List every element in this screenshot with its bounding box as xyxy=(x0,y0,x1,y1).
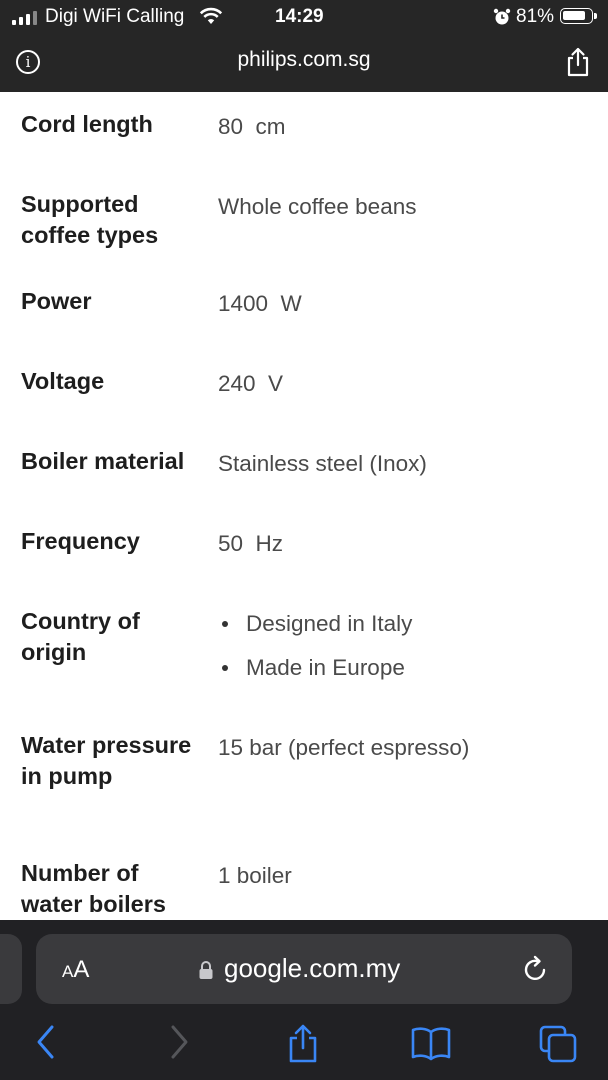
tabs-icon[interactable] xyxy=(538,1024,578,1069)
spec-value: 240 V xyxy=(218,371,284,396)
specifications-list: Cord length 80 cm Supported coffee types… xyxy=(0,92,608,920)
spec-label: Boiler material xyxy=(21,448,185,474)
previous-tab-peek[interactable] xyxy=(0,934,22,1004)
spec-label: Number of water boilers xyxy=(21,860,166,917)
bookmarks-icon[interactable] xyxy=(410,1024,452,1067)
spec-label: Power xyxy=(21,288,92,314)
battery-percent: 81% xyxy=(516,6,555,27)
list-item: Designed in Italy xyxy=(218,608,412,639)
status-bar: Digi WiFi Calling 14:29 81% xyxy=(0,0,608,34)
spec-value: 1 boiler xyxy=(218,863,292,888)
reload-icon[interactable] xyxy=(522,954,550,989)
battery-icon xyxy=(560,8,597,24)
forward-icon[interactable] xyxy=(166,1024,192,1065)
cellular-signal-icon xyxy=(12,9,37,25)
clock-time: 14:29 xyxy=(275,6,324,27)
share-icon[interactable] xyxy=(564,47,592,82)
spec-value: Whole coffee beans xyxy=(218,194,417,219)
spec-label: Voltage xyxy=(21,368,105,394)
spec-value: Stainless steel (Inox) xyxy=(218,451,427,476)
spec-value: 80 cm xyxy=(218,114,286,139)
reader-settings-button[interactable]: AA xyxy=(62,956,89,984)
browser-bottom-bar: AA google.com.my xyxy=(0,920,608,1080)
spec-label: Frequency xyxy=(21,528,140,554)
spec-label: Country of origin xyxy=(21,608,140,665)
wifi-icon xyxy=(199,7,223,31)
site-domain[interactable]: philips.com.sg xyxy=(0,48,608,72)
spec-value: 50 Hz xyxy=(218,531,284,556)
carrier-name: Digi WiFi Calling xyxy=(45,6,185,27)
spec-value: 15 bar (perfect espresso) xyxy=(218,735,470,760)
spec-label: Water pressure in pump xyxy=(21,732,192,789)
spec-label: Cord length xyxy=(21,111,153,137)
origin-list: Designed in Italy Made in Europe xyxy=(218,608,412,696)
share-icon[interactable] xyxy=(286,1024,320,1069)
url-text[interactable]: google.com.my xyxy=(224,953,400,984)
alarm-icon xyxy=(492,7,512,33)
top-bar: Digi WiFi Calling 14:29 81% i philips.co… xyxy=(0,0,608,92)
address-bar[interactable]: AA google.com.my xyxy=(36,934,572,1004)
spec-label: Supported coffee types xyxy=(21,191,159,248)
list-item: Made in Europe xyxy=(218,652,412,683)
lock-icon xyxy=(198,960,214,985)
spec-value: 1400 W xyxy=(218,291,302,316)
back-icon[interactable] xyxy=(34,1024,60,1065)
